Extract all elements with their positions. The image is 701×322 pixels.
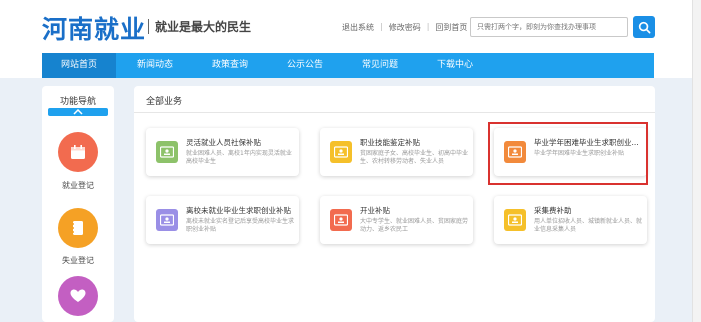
card-title: 离校未就业毕业生求职创业补贴 [186, 206, 291, 215]
card-description: 离校未就业实名登记后享受高校毕业生求职创业补贴 [186, 218, 295, 233]
card-description: 贫困家庭子女、高校毕业生、初高中毕业生、农村转移劳动者、失业人员 [360, 150, 469, 165]
sidebar-item-unemployment-registration[interactable] [58, 208, 98, 248]
card-title: 开业补贴 [360, 206, 390, 215]
service-card-startup-subsidy[interactable]: 开业补贴 大中专学生、就业困难人员、贫困家庭劳动力、返乡农民工 [320, 196, 473, 244]
main-nav: 网站首页 新闻动态 政策查询 公示公告 常见问题 下载中心 [42, 53, 654, 78]
notebook-icon [72, 221, 83, 235]
home-link[interactable]: 回到首页 [435, 22, 467, 33]
page-scrollbar[interactable] [692, 0, 701, 322]
logout-link[interactable]: 退出系统 [342, 22, 374, 33]
nav-policy[interactable]: 政策查询 [200, 53, 260, 78]
service-card-collection-fee[interactable]: 采集费补助 用人单位招收人员、城镇新就业人员、就业信息采集人员 [494, 196, 647, 244]
card-description: 就业困难人员、离校1年内实现灵活就业高校毕业生 [186, 150, 292, 165]
id-card-icon [156, 209, 178, 231]
site-logo[interactable]: 河南就业 [42, 10, 146, 46]
id-card-icon [330, 141, 352, 163]
heart-icon [70, 289, 86, 302]
card-title: 采集费补助 [534, 206, 572, 215]
card-title: 灵活就业人员社保补贴 [186, 138, 261, 147]
card-description: 大中专学生、就业困难人员、贫困家庭劳动力、返乡农民工 [360, 218, 469, 233]
card-description: 用人单位招收人员、城镇新就业人员、就业信息采集人员 [534, 218, 643, 233]
chevron-up-icon [73, 109, 83, 115]
sidebar-item-assistance[interactable] [58, 276, 98, 316]
card-title: 职业技能鉴定补贴 [360, 138, 420, 147]
link-divider: | [426, 22, 430, 31]
divider [134, 112, 655, 113]
logo-divider [148, 19, 149, 34]
main-title: 全部业务 [146, 97, 183, 107]
nav-downloads[interactable]: 下载中心 [425, 53, 485, 78]
id-card-icon [330, 209, 352, 231]
search-box [470, 17, 633, 37]
id-card-icon [156, 141, 178, 163]
nav-home[interactable]: 网站首页 [42, 53, 116, 78]
sidebar-label-unemployment-registration: 失业登记 [62, 256, 94, 265]
nav-news[interactable]: 新闻动态 [125, 53, 185, 78]
search-input[interactable] [471, 18, 633, 36]
header: 河南就业 就业是最大的民生 退出系统 | 修改密码 | 回到首页 [0, 0, 692, 52]
change-password-link[interactable]: 修改密码 [389, 22, 421, 33]
sidebar: 功能导航 就业登记 失业登记 [42, 86, 114, 322]
sidebar-title: 功能导航 [59, 97, 96, 107]
sidebar-scroll-up[interactable] [48, 108, 108, 116]
calendar-icon [71, 145, 85, 159]
sidebar-item-employment-registration[interactable] [58, 132, 98, 172]
site-slogan: 就业是最大的民生 [155, 20, 252, 34]
highlight-box [488, 122, 648, 185]
link-divider: | [380, 22, 383, 31]
nav-faq[interactable]: 常见问题 [350, 53, 410, 78]
id-card-icon [504, 209, 526, 231]
top-links: 退出系统 | 修改密码 | 回到首页 [342, 22, 467, 33]
service-card-unemployed-graduate[interactable]: 离校未就业毕业生求职创业补贴 离校未就业实名登记后享受高校毕业生求职创业补贴 [146, 196, 299, 244]
search-icon [638, 21, 650, 33]
service-card-flexible-employment[interactable]: 灵活就业人员社保补贴 就业困难人员、离校1年内实现灵活就业高校毕业生 [146, 128, 299, 176]
sidebar-label-employment-registration: 就业登记 [62, 181, 94, 190]
nav-notices[interactable]: 公示公告 [275, 53, 335, 78]
search-button[interactable] [633, 16, 655, 38]
service-card-skill-appraisal[interactable]: 职业技能鉴定补贴 贫困家庭子女、高校毕业生、初高中毕业生、农村转移劳动者、失业人… [320, 128, 473, 176]
